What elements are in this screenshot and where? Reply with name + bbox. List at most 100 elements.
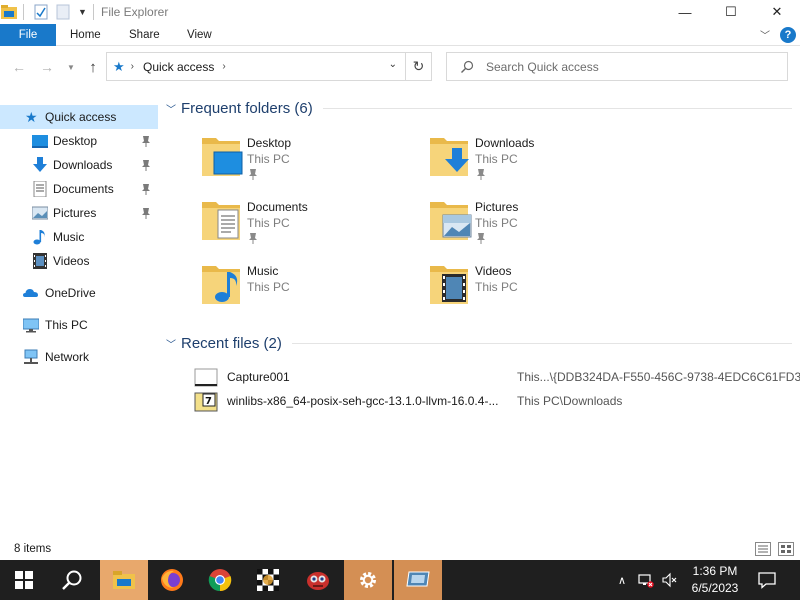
- tab-file[interactable]: File: [0, 24, 56, 46]
- folder-tile-videos[interactable]: Videos This PC: [428, 260, 628, 318]
- file-name: Capture001: [227, 370, 290, 384]
- quick-access-toolbar: ▼: [0, 2, 100, 22]
- folder-tile-desktop[interactable]: Desktop This PC: [200, 132, 400, 190]
- taskbar-remote-desktop[interactable]: [394, 560, 442, 600]
- sidebar-item-label: OneDrive: [45, 286, 96, 300]
- sidebar-item-label: This PC: [45, 318, 88, 332]
- folder-tile-music[interactable]: Music This PC: [200, 260, 400, 318]
- up-button[interactable]: ↑: [84, 58, 102, 76]
- taskbar-search-button[interactable]: [48, 560, 96, 600]
- help-icon[interactable]: ?: [780, 27, 796, 43]
- sidebar-item-label: Videos: [53, 254, 90, 268]
- back-button[interactable]: ←: [10, 58, 28, 76]
- chevron-down-icon[interactable]: ﹀: [166, 101, 178, 116]
- folder-tile-downloads[interactable]: Downloads This PC: [428, 132, 628, 190]
- chevron-down-icon[interactable]: ﹀: [760, 27, 770, 42]
- tab-share[interactable]: Share: [129, 24, 160, 46]
- desktop-folder-icon: [202, 138, 243, 176]
- divider: [291, 342, 792, 344]
- sidebar-item-videos[interactable]: Videos: [0, 249, 158, 273]
- sidebar-item-downloads[interactable]: Downloads: [0, 153, 158, 177]
- pin-icon[interactable]: [476, 232, 486, 244]
- search-box[interactable]: [446, 52, 788, 81]
- pin-icon[interactable]: [141, 159, 151, 171]
- folder-location: This PC: [247, 280, 290, 294]
- recent-file-row[interactable]: 7 winlibs-x86_64-posix-seh-gcc-13.1.0-ll…: [194, 390, 794, 412]
- recent-locations-button[interactable]: ▼: [62, 58, 80, 76]
- clock-time: 1:36 PM: [692, 564, 738, 578]
- taskbar: ∧ 1:36 PM 6/5/2023: [0, 560, 800, 600]
- search-input[interactable]: [486, 59, 766, 74]
- sidebar-item-pictures[interactable]: Pictures: [0, 201, 158, 225]
- folder-name: Videos: [475, 264, 512, 278]
- recent-files-header[interactable]: ﹀ Recent files (2): [166, 332, 792, 354]
- sidebar-item-label: Pictures: [53, 206, 97, 220]
- forward-button[interactable]: →: [38, 58, 56, 76]
- pin-icon[interactable]: [141, 135, 151, 147]
- group-title: Frequent folders (6): [181, 99, 313, 117]
- pin-icon[interactable]: [248, 168, 258, 180]
- pin-icon[interactable]: [248, 232, 258, 244]
- large-icons-view-icon[interactable]: [778, 542, 794, 556]
- sidebar-item-label: Quick access: [45, 110, 117, 124]
- taskbar-firefox[interactable]: [148, 560, 196, 600]
- taskbar-settings[interactable]: [344, 560, 392, 600]
- details-view-icon[interactable]: [755, 542, 771, 556]
- sidebar-item-quick-access[interactable]: ★ Quick access: [0, 105, 158, 129]
- pin-icon[interactable]: [141, 207, 151, 219]
- group-title: Recent files (2): [181, 334, 282, 352]
- minimize-button[interactable]: —: [662, 0, 708, 24]
- network-status-icon[interactable]: [638, 572, 654, 588]
- sidebar-item-desktop[interactable]: Desktop: [0, 129, 158, 153]
- music-icon: [33, 230, 45, 245]
- sidebar-item-onedrive[interactable]: OneDrive: [0, 281, 158, 305]
- taskbar-robot-app[interactable]: [294, 560, 342, 600]
- file-explorer-icon: [113, 571, 135, 589]
- status-bar: 8 items: [0, 538, 800, 560]
- tab-view[interactable]: View: [187, 24, 212, 46]
- notification-center-icon[interactable]: [758, 571, 776, 589]
- maximize-button[interactable]: ☐: [708, 0, 754, 24]
- start-button[interactable]: [0, 560, 48, 600]
- music-folder-icon: [202, 266, 240, 304]
- taskbar-file-explorer[interactable]: [100, 560, 148, 600]
- quick-access-star-icon: ★: [25, 109, 38, 125]
- address-dropdown-icon[interactable]: ⌄: [389, 59, 397, 70]
- recent-file-row[interactable]: Capture001 This...\{DDB324DA-F550-456C-9…: [194, 366, 800, 388]
- window-title: File Explorer: [101, 5, 169, 19]
- folder-name: Downloads: [475, 136, 535, 150]
- close-button[interactable]: ✕: [754, 0, 800, 24]
- pin-icon[interactable]: [476, 168, 486, 180]
- divider: [322, 107, 792, 109]
- sidebar-item-music[interactable]: Music: [0, 225, 158, 249]
- folder-name: Documents: [247, 200, 308, 214]
- taskbar-chess-app[interactable]: [244, 560, 292, 600]
- chevron-right-icon[interactable]: ›: [222, 61, 225, 72]
- start-icon: [15, 571, 33, 589]
- folder-tile-documents[interactable]: Documents This PC: [200, 196, 400, 254]
- address-bar[interactable]: ★ › Quick access › ⌄: [106, 52, 406, 81]
- folder-name: Pictures: [475, 200, 519, 214]
- sidebar-item-network[interactable]: Network: [0, 345, 158, 369]
- sidebar-item-this-pc[interactable]: This PC: [0, 313, 158, 337]
- new-folder-icon[interactable]: [56, 4, 70, 20]
- downloads-folder-icon: [430, 138, 469, 176]
- tab-home[interactable]: Home: [70, 24, 101, 46]
- frequent-folders-header[interactable]: ﹀ Frequent folders (6): [166, 97, 792, 119]
- taskbar-chrome[interactable]: [196, 560, 244, 600]
- taskbar-clock[interactable]: 1:36 PM 6/5/2023: [686, 563, 744, 597]
- properties-icon[interactable]: [34, 4, 48, 20]
- ribbon-tabs: File Home Share View ﹀ ?: [0, 24, 800, 46]
- folder-location: This PC: [247, 216, 290, 230]
- refresh-button[interactable]: ↻: [406, 52, 432, 81]
- chevron-down-icon[interactable]: ﹀: [166, 336, 178, 351]
- chevron-right-icon[interactable]: ›: [131, 61, 134, 72]
- customize-toolbar-icon[interactable]: ▼: [78, 7, 87, 17]
- toolbar-divider: [92, 4, 94, 20]
- sidebar-item-documents[interactable]: Documents: [0, 177, 158, 201]
- show-hidden-icons-icon[interactable]: ∧: [614, 572, 630, 588]
- pin-icon[interactable]: [141, 183, 151, 195]
- folder-tile-pictures[interactable]: Pictures This PC: [428, 196, 628, 254]
- address-path[interactable]: Quick access: [143, 60, 214, 74]
- volume-muted-icon[interactable]: [662, 572, 678, 588]
